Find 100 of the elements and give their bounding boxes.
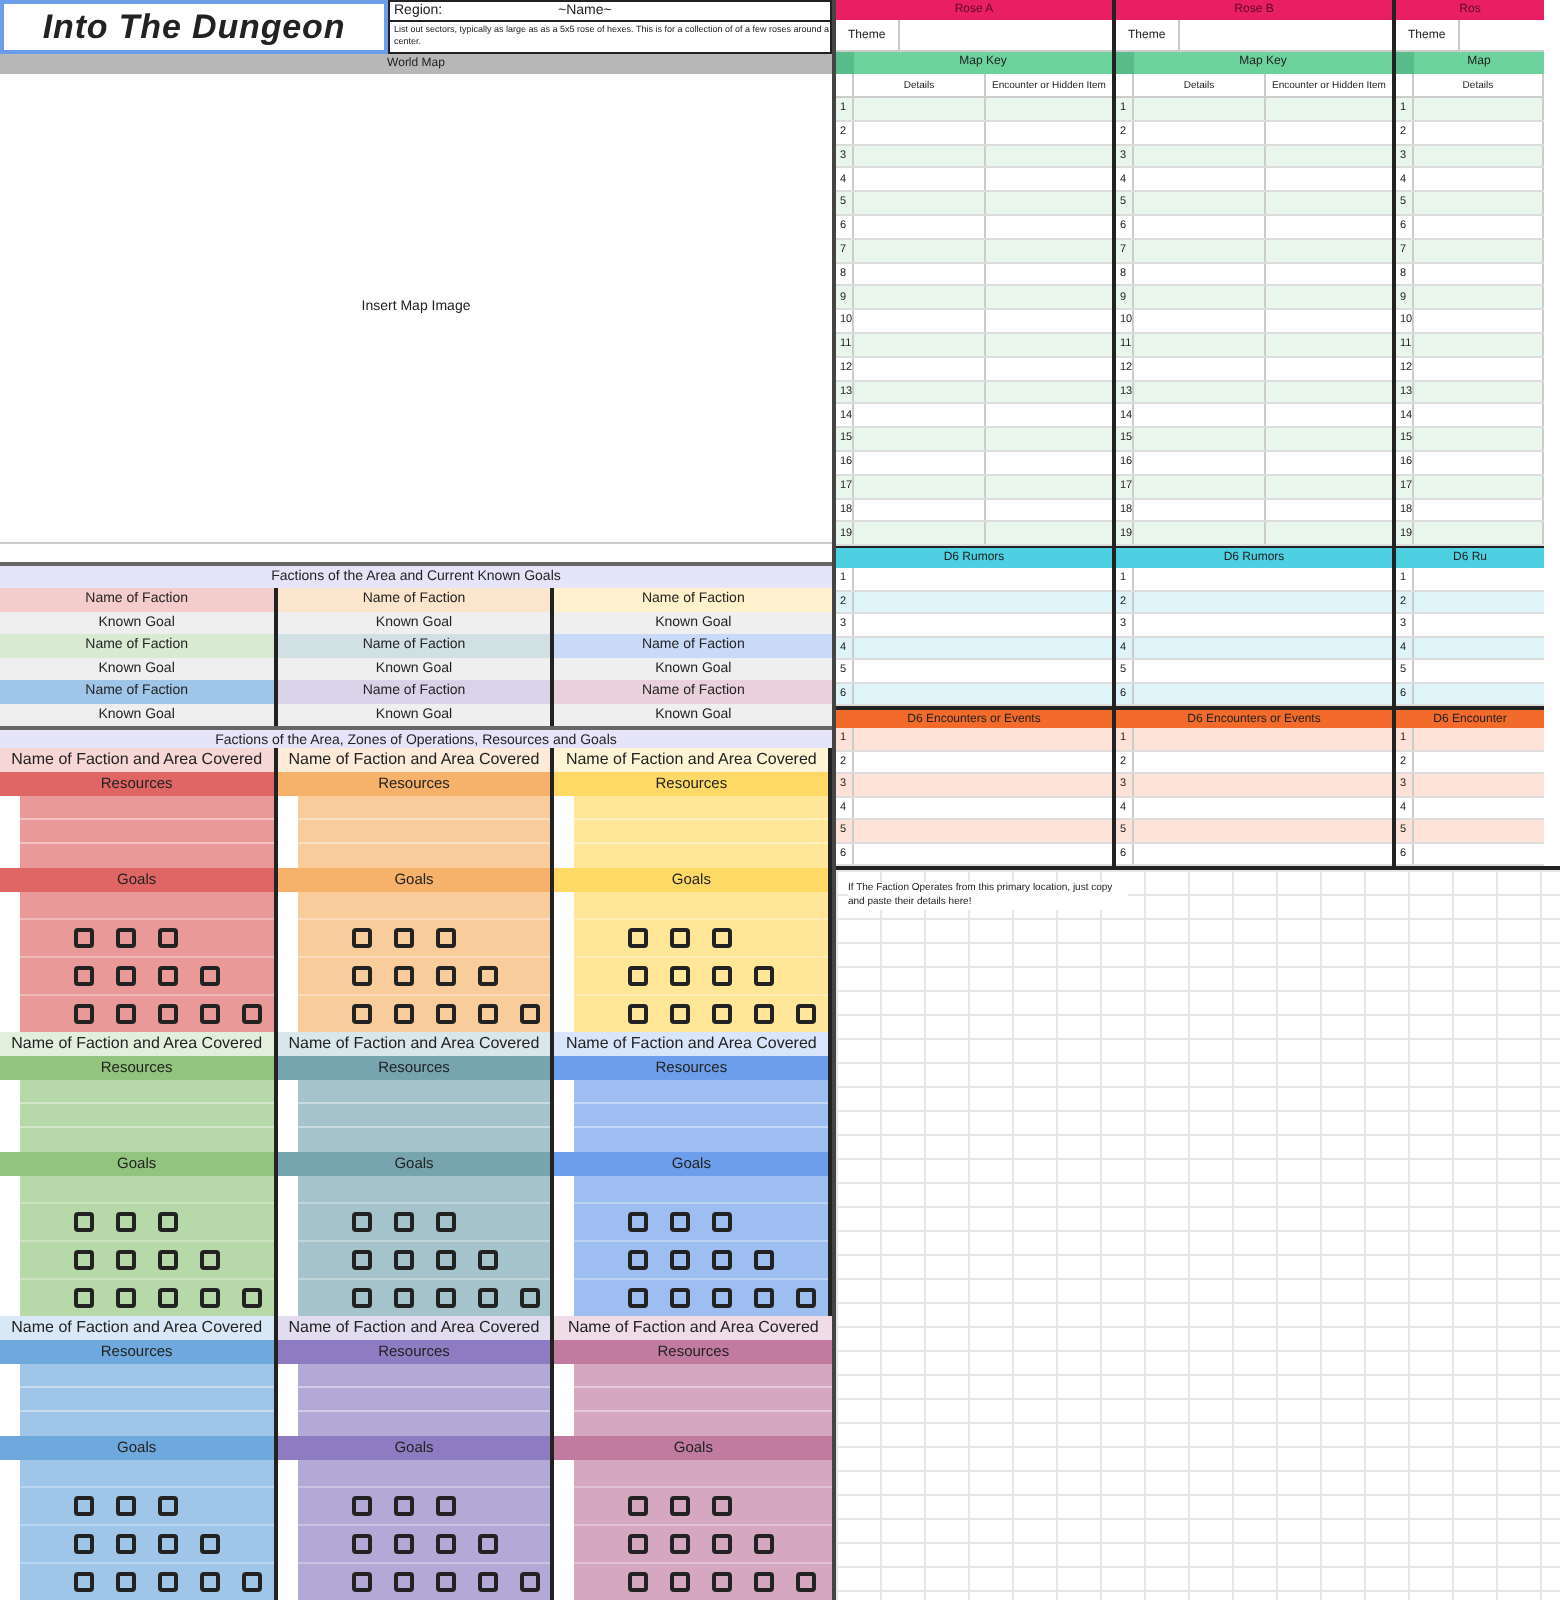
checkbox[interactable] bbox=[74, 1212, 94, 1232]
checkbox[interactable] bbox=[158, 1004, 178, 1024]
checkbox[interactable] bbox=[158, 1288, 178, 1308]
checkbox[interactable] bbox=[628, 1288, 649, 1308]
checkbox[interactable] bbox=[477, 1572, 498, 1592]
checkbox[interactable] bbox=[158, 1496, 178, 1516]
checkbox[interactable] bbox=[519, 1288, 540, 1308]
checkbox[interactable] bbox=[754, 966, 775, 986]
checkbox[interactable] bbox=[435, 1004, 456, 1024]
checkbox[interactable] bbox=[754, 1534, 775, 1554]
checkbox[interactable] bbox=[158, 966, 178, 986]
checkbox[interactable] bbox=[116, 1212, 136, 1232]
checkbox[interactable] bbox=[712, 1288, 733, 1308]
checkbox[interactable] bbox=[628, 1496, 649, 1516]
checkbox[interactable] bbox=[477, 1004, 498, 1024]
checkbox[interactable] bbox=[200, 1004, 220, 1024]
checkbox[interactable] bbox=[74, 1496, 94, 1516]
checkbox[interactable] bbox=[393, 928, 414, 948]
checkbox[interactable] bbox=[74, 1004, 94, 1024]
checkbox[interactable] bbox=[74, 966, 94, 986]
checkbox[interactable] bbox=[158, 1572, 178, 1592]
checkbox[interactable] bbox=[712, 1004, 733, 1024]
checkbox[interactable] bbox=[435, 966, 456, 986]
checkbox[interactable] bbox=[754, 1288, 775, 1308]
checkbox[interactable] bbox=[435, 1534, 456, 1554]
checkbox[interactable] bbox=[754, 1250, 775, 1270]
checkbox[interactable] bbox=[477, 1288, 498, 1308]
checkbox[interactable] bbox=[158, 928, 178, 948]
checkbox[interactable] bbox=[754, 1572, 775, 1592]
checkbox[interactable] bbox=[796, 1288, 817, 1308]
checkbox[interactable] bbox=[74, 1572, 94, 1592]
checkbox[interactable] bbox=[74, 1250, 94, 1270]
checkbox[interactable] bbox=[158, 1534, 178, 1554]
checkbox[interactable] bbox=[796, 1572, 817, 1592]
checkbox[interactable] bbox=[242, 1004, 262, 1024]
checkbox[interactable] bbox=[435, 1250, 456, 1270]
checkbox[interactable] bbox=[242, 1288, 262, 1308]
checkbox[interactable] bbox=[712, 1496, 733, 1516]
checkbox[interactable] bbox=[200, 1250, 220, 1270]
checkbox[interactable] bbox=[712, 1572, 733, 1592]
checkbox[interactable] bbox=[435, 1496, 456, 1516]
checkbox[interactable] bbox=[116, 1496, 136, 1516]
checkbox[interactable] bbox=[116, 1288, 136, 1308]
checkbox[interactable] bbox=[351, 1250, 372, 1270]
checkbox[interactable] bbox=[351, 1212, 372, 1232]
checkbox[interactable] bbox=[435, 1212, 456, 1232]
checkbox[interactable] bbox=[393, 1212, 414, 1232]
checkbox[interactable] bbox=[74, 928, 94, 948]
checkbox[interactable] bbox=[712, 1212, 733, 1232]
checkbox[interactable] bbox=[116, 928, 136, 948]
checkbox[interactable] bbox=[351, 1534, 372, 1554]
checkbox[interactable] bbox=[351, 1004, 372, 1024]
checkbox[interactable] bbox=[435, 1288, 456, 1308]
checkbox[interactable] bbox=[712, 1534, 733, 1554]
checkbox[interactable] bbox=[628, 1212, 649, 1232]
checkbox[interactable] bbox=[116, 1534, 136, 1554]
checkbox[interactable] bbox=[393, 966, 414, 986]
checkbox[interactable] bbox=[477, 966, 498, 986]
checkbox[interactable] bbox=[158, 1250, 178, 1270]
checkbox[interactable] bbox=[712, 928, 733, 948]
checkbox[interactable] bbox=[393, 1288, 414, 1308]
checkbox[interactable] bbox=[393, 1534, 414, 1554]
checkbox[interactable] bbox=[796, 1004, 817, 1024]
checkbox[interactable] bbox=[670, 1250, 691, 1270]
checkbox[interactable] bbox=[477, 1250, 498, 1270]
checkbox[interactable] bbox=[74, 1288, 94, 1308]
checkbox[interactable] bbox=[628, 1572, 649, 1592]
checkbox[interactable] bbox=[393, 1572, 414, 1592]
checkbox[interactable] bbox=[670, 1004, 691, 1024]
checkbox[interactable] bbox=[754, 1004, 775, 1024]
checkbox[interactable] bbox=[351, 1288, 372, 1308]
checkbox[interactable] bbox=[435, 928, 456, 948]
checkbox[interactable] bbox=[116, 1004, 136, 1024]
checkbox[interactable] bbox=[116, 966, 136, 986]
checkbox[interactable] bbox=[200, 966, 220, 986]
checkbox[interactable] bbox=[670, 1534, 691, 1554]
checkbox[interactable] bbox=[519, 1004, 540, 1024]
checkbox[interactable] bbox=[351, 928, 372, 948]
checkbox[interactable] bbox=[670, 966, 691, 986]
checkbox[interactable] bbox=[74, 1534, 94, 1554]
checkbox[interactable] bbox=[712, 966, 733, 986]
checkbox[interactable] bbox=[200, 1572, 220, 1592]
checkbox[interactable] bbox=[670, 1496, 691, 1516]
checkbox[interactable] bbox=[628, 1004, 649, 1024]
checkbox[interactable] bbox=[351, 966, 372, 986]
checkbox[interactable] bbox=[351, 1572, 372, 1592]
checkbox[interactable] bbox=[670, 1288, 691, 1308]
checkbox[interactable] bbox=[519, 1572, 540, 1592]
checkbox[interactable] bbox=[158, 1212, 178, 1232]
checkbox[interactable] bbox=[628, 966, 649, 986]
checkbox[interactable] bbox=[670, 928, 691, 948]
checkbox[interactable] bbox=[393, 1250, 414, 1270]
checkbox[interactable] bbox=[200, 1534, 220, 1554]
checkbox[interactable] bbox=[670, 1572, 691, 1592]
checkbox[interactable] bbox=[628, 928, 649, 948]
checkbox[interactable] bbox=[435, 1572, 456, 1592]
checkbox[interactable] bbox=[116, 1572, 136, 1592]
checkbox[interactable] bbox=[200, 1288, 220, 1308]
checkbox[interactable] bbox=[712, 1250, 733, 1270]
checkbox[interactable] bbox=[477, 1534, 498, 1554]
